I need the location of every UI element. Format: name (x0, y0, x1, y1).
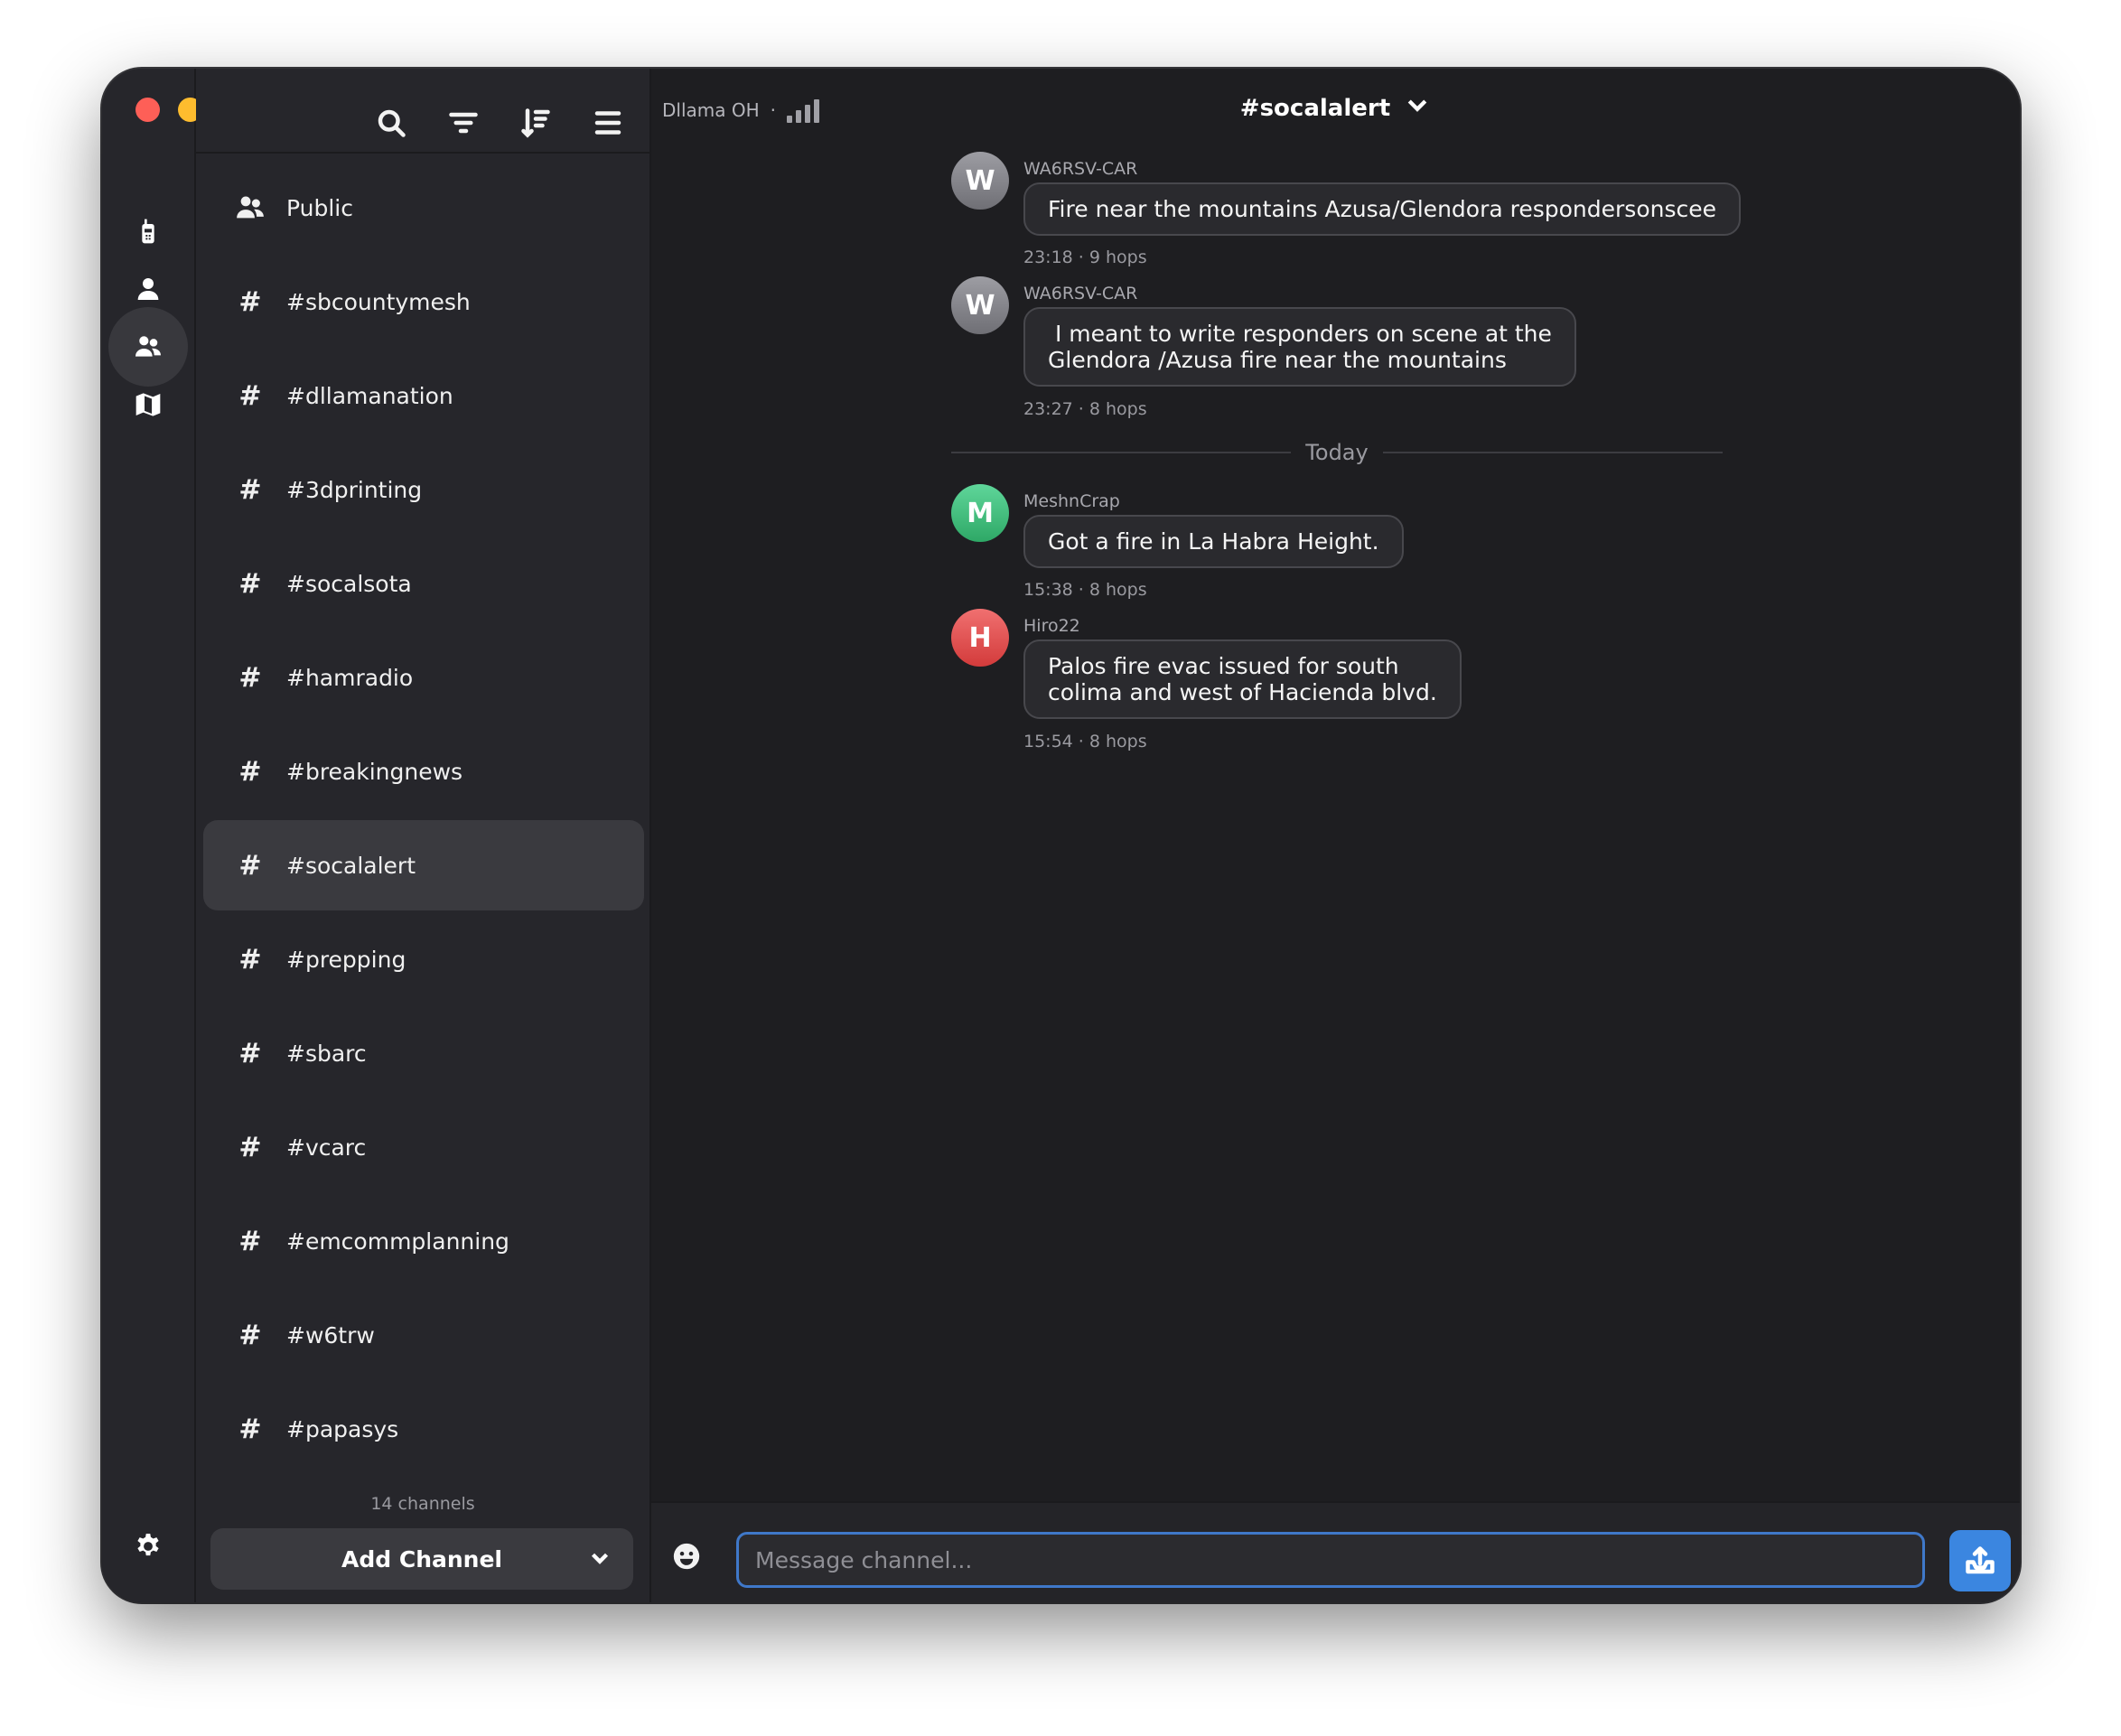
channel-item[interactable]: # #breakingnews (203, 726, 644, 817)
sidebar-divider (196, 152, 649, 154)
channel-item[interactable]: # #hamradio (203, 632, 644, 723)
close-window-button[interactable] (135, 98, 160, 122)
menu-button[interactable] (579, 90, 637, 155)
rail-map-button[interactable] (108, 365, 188, 444)
sidebar-toolbar (196, 90, 649, 155)
channel-label: #breakingnews (286, 758, 463, 785)
channel-title-dropdown[interactable]: #socalalert (651, 92, 2020, 126)
filter-button[interactable] (434, 90, 492, 155)
channel-label: Public (286, 194, 353, 221)
message-composer (651, 1501, 2020, 1602)
message-meta: 15:54 · 8 hops (1023, 732, 1147, 751)
channel-label: #sbarc (286, 1040, 367, 1067)
hash-icon: # (238, 755, 262, 788)
channel-label: #3dprinting (286, 476, 423, 503)
message-bubble[interactable]: Fire near the mountains Azusa/Glendora r… (1023, 182, 1741, 236)
message-bubble[interactable]: I meant to write responders on scene at … (1023, 307, 1576, 387)
send-icon (1966, 1546, 1995, 1574)
channel-label: #hamradio (286, 664, 414, 691)
message-bubble[interactable]: Got a fire in La Habra Height. (1023, 515, 1404, 568)
hash-icon: # (238, 1319, 262, 1351)
chevron-down-icon (1404, 92, 1431, 126)
channel-item[interactable]: # #sbcountymesh (203, 257, 644, 347)
hash-icon: # (238, 849, 262, 882)
avatar[interactable]: W (951, 276, 1009, 334)
message-meta: 15:38 · 8 hops (1023, 580, 1147, 600)
hash-icon: # (238, 567, 262, 600)
message-input[interactable] (736, 1532, 1925, 1588)
channel-label: #papasys (286, 1415, 399, 1442)
contact-icon (137, 278, 159, 300)
hash-icon: # (238, 285, 262, 318)
avatar[interactable]: W (951, 152, 1009, 210)
channel-item[interactable]: # #socalsota (203, 538, 644, 629)
chevron-down-icon[interactable] (586, 1545, 613, 1572)
send-button[interactable] (1949, 1530, 2011, 1591)
channel-label: #dllamanation (286, 382, 453, 409)
sort-button[interactable] (507, 90, 565, 155)
channel-item[interactable]: # #sbarc (203, 1008, 644, 1098)
hash-icon: # (238, 661, 262, 694)
gear-icon (137, 1534, 159, 1556)
channel-item[interactable]: Public (203, 163, 644, 253)
settings-button[interactable] (108, 1507, 188, 1586)
message-sender: WA6RSV-CAR (1023, 159, 1138, 179)
channel-item[interactable]: # #prepping (203, 914, 644, 1004)
hash-icon: # (238, 1413, 262, 1445)
avatar[interactable]: H (951, 609, 1009, 667)
channel-label: #w6trw (286, 1321, 375, 1349)
message-sender: Hiro22 (1023, 616, 1080, 636)
channel-label: #emcommplanning (286, 1227, 509, 1255)
channel-label: #prepping (286, 946, 406, 973)
add-channel-label: Add Channel (341, 1545, 502, 1573)
radio-device-icon (142, 219, 154, 244)
message-sender: MeshnCrap (1023, 491, 1120, 511)
channel-label: #socalsota (286, 570, 412, 597)
channel-count: 14 channels (370, 1494, 475, 1514)
channel-item[interactable]: # #3dprinting (203, 444, 644, 535)
menu-icon (594, 111, 621, 135)
hash-icon: # (238, 1131, 262, 1163)
avatar[interactable]: M (951, 484, 1009, 542)
hash-icon: # (238, 473, 262, 506)
channel-label: #vcarc (286, 1134, 367, 1161)
date-divider: Today (951, 439, 1724, 466)
chat-panel: Dllama OH · #socalalert W WA6RSV-CAR Fir… (651, 69, 2020, 1602)
channels-icon (135, 336, 161, 357)
search-button[interactable] (362, 90, 420, 155)
message-bubble[interactable]: Palos fire evac issued for south colima … (1023, 639, 1462, 719)
message-meta: 23:27 · 8 hops (1023, 399, 1147, 419)
add-channel-button[interactable]: Add Channel (210, 1528, 633, 1590)
nav-rail (102, 69, 245, 1602)
emoji-icon (673, 1543, 700, 1570)
message-meta: 23:18 · 9 hops (1023, 247, 1147, 267)
channel-item[interactable]: # #papasys (203, 1384, 644, 1474)
channel-sidebar: Public # #sbcountymesh # #dllamanation # #3dpr… (196, 69, 651, 1602)
channel-item[interactable]: # #vcarc (203, 1102, 644, 1192)
emoji-button[interactable] (671, 1541, 707, 1577)
message-sender: WA6RSV-CAR (1023, 284, 1138, 303)
channel-label: #sbcountymesh (286, 288, 471, 315)
hash-icon: # (238, 1037, 262, 1069)
group-icon (232, 192, 268, 223)
map-icon (135, 393, 161, 416)
sort-icon (521, 108, 550, 138)
hash-icon: # (238, 379, 262, 412)
filter-icon (449, 112, 478, 134)
date-divider-label: Today (1305, 440, 1369, 465)
hash-icon: # (238, 1225, 262, 1257)
app-window: Public # #sbcountymesh # #dllamanation # #3dpr… (102, 69, 2020, 1602)
channel-item[interactable]: # #emcommplanning (203, 1196, 644, 1286)
hash-icon: # (238, 943, 262, 975)
channel-item[interactable]: # #dllamanation (203, 350, 644, 441)
channel-item[interactable]: # #socalalert (203, 820, 644, 910)
channel-title: #socalalert (1239, 95, 1391, 122)
channel-label: #socalalert (286, 852, 416, 879)
channel-item[interactable]: # #w6trw (203, 1290, 644, 1380)
search-icon (378, 109, 406, 137)
